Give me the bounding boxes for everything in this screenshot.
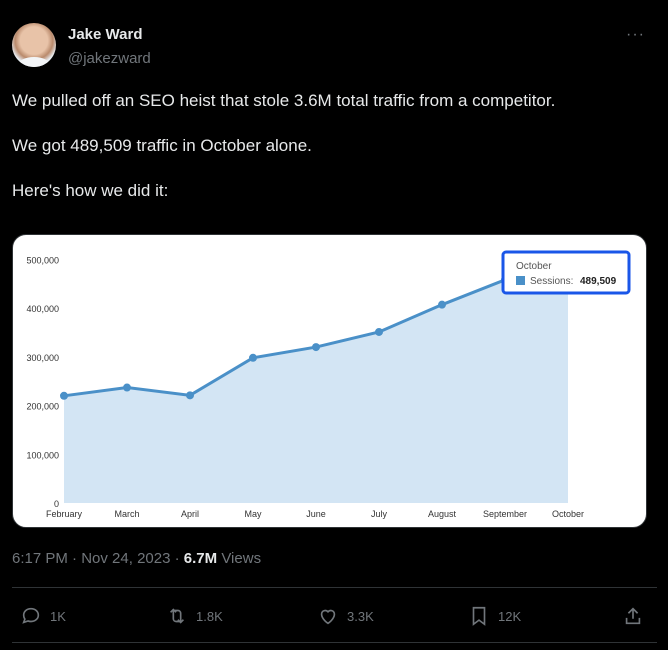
x-tick-label: April (181, 509, 199, 519)
bookmark-icon (472, 606, 486, 626)
avatar[interactable] (12, 23, 56, 67)
tweet-date[interactable]: Nov 24, 2023 (81, 550, 170, 567)
x-tick-label: March (114, 509, 139, 519)
views-label: Views (221, 550, 262, 567)
like-button[interactable]: 3.3K (317, 605, 374, 627)
tweet-meta: 6:17 PM · Nov 24, 2023 · 6.7M Views (12, 550, 261, 567)
sessions-area-chart: 0 100,000 200,000 300,000 400,000 500,000 Feb… (26, 250, 631, 519)
y-tick-label: 500,000 (26, 255, 59, 265)
x-tick-label: August (428, 509, 457, 519)
divider-top (12, 587, 657, 588)
reply-button[interactable]: 1K (20, 605, 66, 627)
tooltip-value: 489,509 (580, 276, 617, 287)
data-point[interactable] (438, 300, 446, 309)
data-point[interactable] (186, 391, 194, 400)
tweet-actions: 1K 1.8K 3.3K 12K (12, 601, 657, 631)
meta-separator: · (72, 550, 78, 567)
x-tick-label: July (371, 509, 388, 519)
y-tick-label: 200,000 (26, 402, 59, 412)
retweet-icon (169, 608, 185, 624)
like-count: 3.3K (347, 608, 374, 624)
data-point[interactable] (123, 383, 131, 392)
tooltip-title: October (516, 261, 552, 272)
tweet-media-chart[interactable]: 0 100,000 200,000 300,000 400,000 500,000 Feb… (12, 234, 647, 528)
tweet-time[interactable]: 6:17 PM (12, 550, 68, 567)
y-tick-label: 100,000 (26, 450, 59, 460)
data-point[interactable] (60, 391, 68, 400)
heart-icon (320, 609, 336, 625)
author-name[interactable]: Jake Ward (68, 26, 142, 43)
x-tick-label: February (46, 509, 83, 519)
sessions-area-fill (64, 264, 568, 503)
x-tick-label: June (306, 509, 326, 519)
tooltip-series-label: Sessions: (530, 276, 573, 287)
more-horizontal-icon[interactable]: ··· (626, 26, 645, 44)
x-tick-label: October (552, 509, 584, 519)
views-count: 6.7M (183, 550, 218, 567)
x-tick-label: September (483, 509, 527, 519)
share-icon (625, 607, 641, 625)
x-tick-label: May (244, 509, 262, 519)
y-tick-label: 400,000 (26, 304, 59, 314)
y-tick-label: 0 (54, 499, 59, 509)
data-point[interactable] (375, 327, 383, 336)
divider-bottom (12, 642, 657, 643)
reply-count: 1K (50, 608, 66, 624)
bookmark-button[interactable]: 12K (468, 605, 521, 627)
y-tick-label: 300,000 (26, 353, 59, 363)
author-handle[interactable]: @jakezward (68, 50, 151, 67)
tweet-line-2: We got 489,509 traffic in October alone. (12, 136, 312, 155)
meta-separator-2: · (174, 550, 180, 567)
retweet-button[interactable]: 1.8K (166, 605, 223, 627)
tweet-line-1: We pulled off an SEO heist that stole 3.… (12, 91, 556, 110)
bookmark-count: 12K (498, 608, 522, 624)
share-button[interactable] (622, 605, 644, 627)
tweet-line-3: Here's how we did it: (12, 181, 169, 200)
data-point[interactable] (312, 343, 320, 352)
retweet-count: 1.8K (196, 608, 223, 624)
tweet-text: We pulled off an SEO heist that stole 3.… (12, 90, 657, 225)
data-point[interactable] (249, 353, 257, 362)
avatar-shirt (18, 57, 50, 67)
reply-icon (22, 607, 40, 624)
october-tooltip: October Sessions: 489,509 (501, 250, 631, 295)
tooltip-swatch (516, 276, 525, 285)
